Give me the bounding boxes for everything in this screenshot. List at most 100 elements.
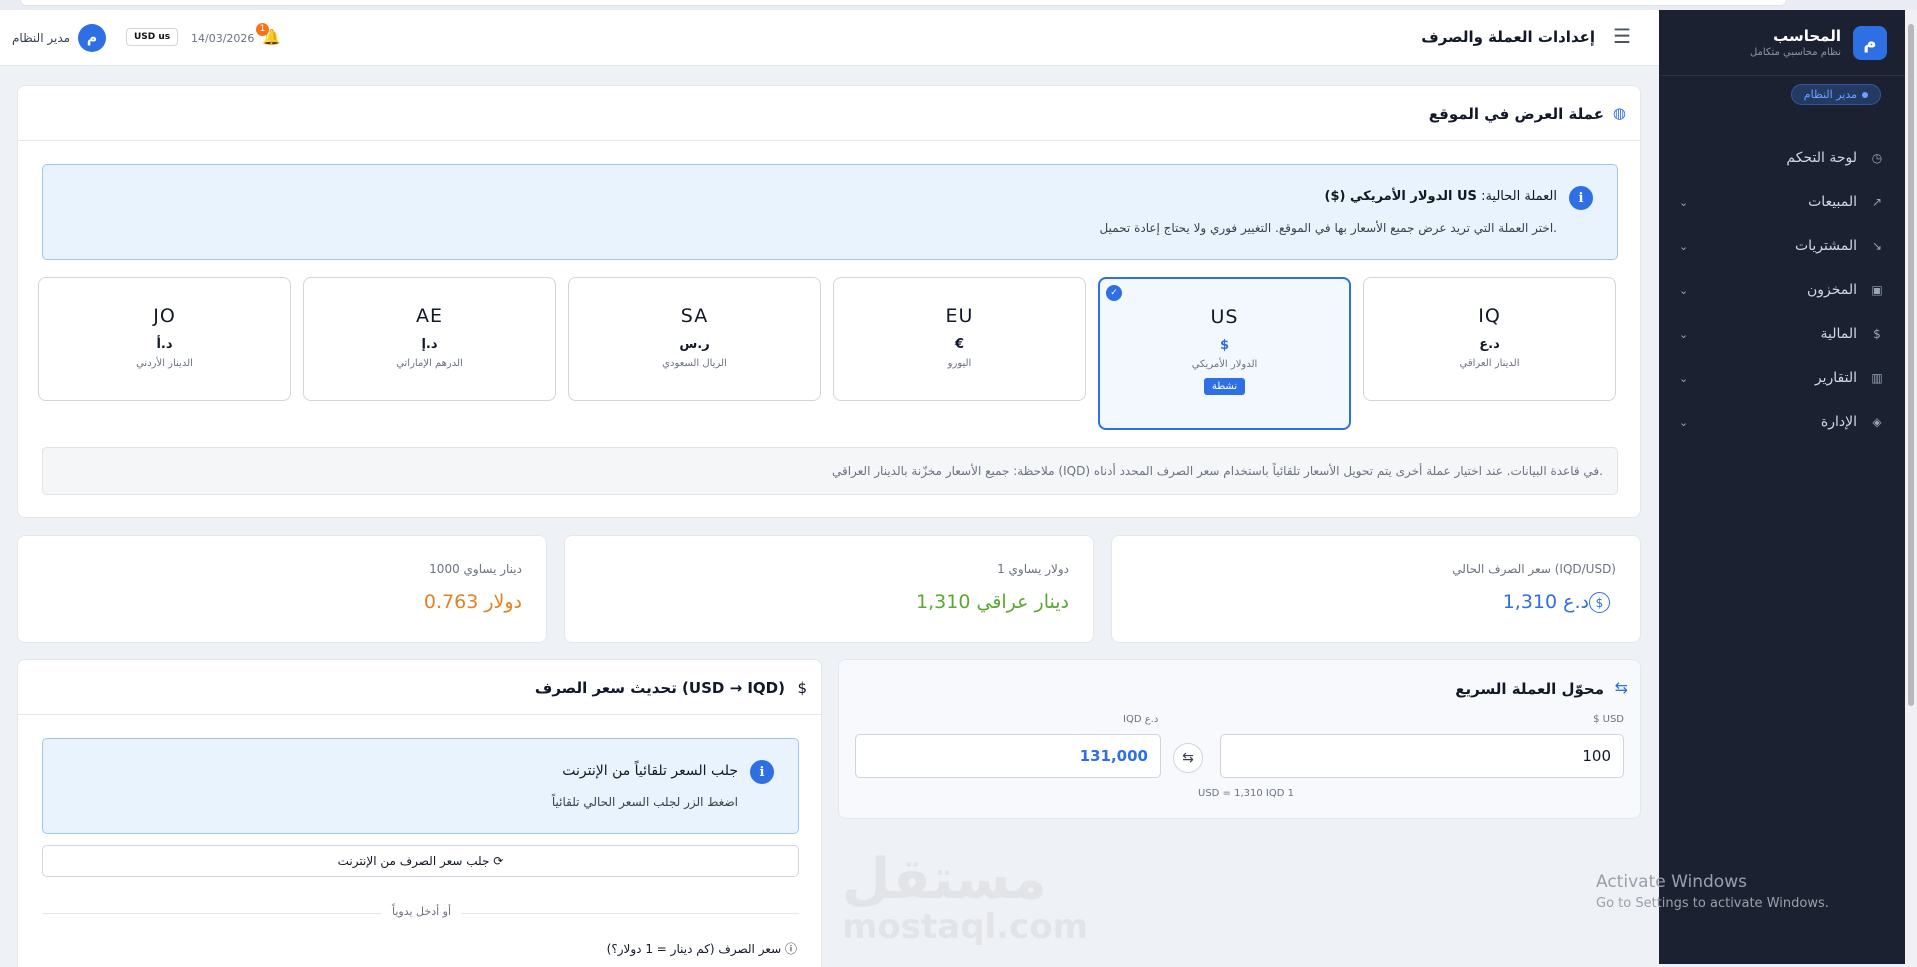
box-icon: ▣	[1871, 283, 1883, 297]
brand-subtitle: نظام محاسبي متكامل	[1749, 47, 1841, 58]
manual-rate-label-text: سعر الصرف (كم دينار = 1 دولار؟)	[606, 942, 782, 956]
currency-name: اليورو	[947, 358, 972, 369]
fetch-rate-button[interactable]: جلب سعر الصرف من الإنترنت ⟳	[42, 845, 799, 877]
chevron-down-icon[interactable]: ⌄	[1679, 240, 1688, 253]
header-date: 14/03/2026	[191, 32, 255, 45]
usd-amount-input[interactable]: 100	[1220, 734, 1624, 778]
display-currency-title: عملة العرض في الموقع	[1428, 105, 1604, 123]
activate-windows-overlay: Activate Windows Go to Settings to activ…	[1596, 872, 1829, 911]
update-rate-title: تحديث سعر الصرف (USD → IQD)	[534, 679, 785, 697]
brand-text: المحاسب نظام محاسبي متكامل	[1750, 27, 1841, 58]
sidebar-item-inventory[interactable]: ▣ المخزون ⌄	[1659, 268, 1905, 312]
user-menu[interactable]: مدير النظام م	[12, 24, 107, 52]
info-icon: i	[750, 760, 774, 784]
current-currency-label: العملة الحالية:	[1481, 189, 1557, 204]
page-scrollbar[interactable]	[1905, 10, 1917, 964]
sidebar-item-label: المشتريات	[1794, 238, 1857, 254]
sidebar-item-label: لوحة التحكم	[1786, 150, 1857, 166]
currency-option-eu[interactable]: EU € اليورو	[833, 277, 1086, 401]
currency-symbol: د.أ	[156, 337, 173, 352]
sidebar-brand[interactable]: م المحاسب نظام محاسبي متكامل	[1659, 10, 1905, 76]
info-circle-icon[interactable]: ⓘ	[785, 942, 797, 956]
thousand-dinar-value: 0.763 دولار	[423, 591, 522, 613]
sidebar-item-label: المالية	[1820, 326, 1857, 342]
currency-option-jo[interactable]: JO د.أ الدينار الأردني	[38, 277, 291, 401]
scrollbar-thumb[interactable]	[1908, 24, 1914, 706]
sidebar-item-dashboard[interactable]: ◷ لوحة التحكم	[1659, 136, 1905, 180]
currency-code: JO	[153, 305, 176, 327]
currency-option-sa[interactable]: SA ر.س الريال السعودي	[568, 277, 821, 401]
dollar-icon: $	[1873, 327, 1881, 341]
converter-rate-hint: USD = 1,310 IQD 1	[1198, 788, 1294, 799]
sidebar-item-finance[interactable]: $ المالية ⌄	[1659, 312, 1905, 356]
avatar[interactable]: م	[78, 24, 107, 52]
browser-top-strip	[0, 0, 1917, 10]
currency-code: IQ	[1478, 305, 1501, 327]
currency-name: الدرهم الإماراتي	[396, 358, 463, 369]
activate-windows-title: Activate Windows	[1596, 872, 1747, 892]
thousand-dinar-card: 1000 دينار يساوي 0.763 دولار	[17, 535, 547, 643]
currency-option-us[interactable]: ✓ US $ الدولار الأمريكي نشطة	[1098, 277, 1351, 430]
trend-up-icon: ↗	[1871, 195, 1883, 209]
chevron-down-icon[interactable]: ⌄	[1679, 416, 1688, 429]
currency-name: الدينار الأردني	[136, 358, 193, 369]
iqd-amount-output[interactable]: 131,000	[855, 734, 1161, 778]
current-currency-hint: اختر العملة التي تريد عرض جميع الأسعار ب…	[1099, 221, 1557, 235]
swap-button[interactable]: ⇆	[1173, 743, 1203, 773]
dollar-circle-icon: $	[797, 679, 807, 697]
currency-chip[interactable]: USD us	[126, 28, 179, 46]
top-header: ☰ إعدادات العملة والصرف مدير النظام م US…	[0, 10, 1659, 66]
fetch-rate-label: جلب سعر الصرف من الإنترنت	[337, 854, 490, 868]
sidebar-item-label: المخزون	[1806, 282, 1857, 298]
current-rate-card: سعر الصرف الحالي (IQD/USD) 1,310 د.ع $	[1111, 535, 1641, 643]
role-badge-label: مدير النظام	[1803, 88, 1857, 101]
auto-fetch-info: i جلب السعر تلقائياً من الإنترنت اضغط ال…	[42, 738, 799, 834]
card-header-divider	[18, 140, 1640, 141]
currency-symbol: $	[1219, 338, 1230, 353]
info-icon: i	[1569, 186, 1593, 210]
one-dollar-card: 1 دولار يساوي 1,310 دينار عراقي	[564, 535, 1094, 643]
sidebar: م المحاسب نظام محاسبي متكامل مدير النظام…	[1659, 10, 1905, 964]
sidebar-item-label: التقارير	[1814, 370, 1857, 386]
refresh-icon: ⟳	[493, 854, 504, 868]
auto-fetch-title: جلب السعر تلقائياً من الإنترنت	[562, 763, 738, 779]
user-name: مدير النظام	[12, 31, 71, 45]
currency-symbol: د.إ	[421, 337, 438, 352]
chevron-down-icon[interactable]: ⌄	[1679, 328, 1688, 341]
chevron-down-icon[interactable]: ⌄	[1679, 196, 1688, 209]
notification-badge: 1	[256, 23, 269, 36]
watermark-arabic: مستقل	[842, 847, 1047, 912]
storage-note-text: ملاحظة: جميع الأسعار مخزّنة بالدينار الع…	[831, 464, 1603, 478]
brand-logo: م	[1853, 25, 1887, 60]
sidebar-item-admin[interactable]: ◈ الإدارة ⌄	[1659, 400, 1905, 444]
sidebar-item-reports[interactable]: ▥ التقارير ⌄	[1659, 356, 1905, 400]
one-dollar-label: 1 دولار يساوي	[997, 562, 1069, 576]
sidebar-item-purchases[interactable]: ↘ المشتريات ⌄	[1659, 224, 1905, 268]
iqd-field-label: IQD د.ع	[1123, 714, 1159, 725]
currency-code: AE	[415, 305, 443, 327]
currency-option-iq[interactable]: IQ د.ع الدينار العراقي	[1363, 277, 1616, 401]
storage-note: ملاحظة: جميع الأسعار مخزّنة بالدينار الع…	[42, 447, 1618, 495]
currency-code: EU	[945, 305, 974, 327]
manual-divider-label: أو أدخل يدوياً	[382, 905, 462, 918]
current-currency-value: US الدولار الأمريكي ($)	[1324, 189, 1477, 204]
manual-rate-label: سعر الصرف (كم دينار = 1 دولار؟) ⓘ	[607, 940, 797, 957]
current-rate-label: سعر الصرف الحالي (IQD/USD)	[1452, 562, 1616, 576]
usd-field-label: $ USD	[1593, 714, 1624, 725]
converter-title: محوّل العملة السريع	[1455, 680, 1604, 698]
currency-name: الريال السعودي	[662, 358, 727, 369]
chart-icon: ▥	[1871, 371, 1883, 385]
currency-option-ae[interactable]: AE د.إ الدرهم الإماراتي	[303, 277, 556, 401]
quick-converter-card: ⇆ محوّل العملة السريع $ USD IQD د.ع 100 …	[838, 659, 1641, 819]
current-rate-value: 1,310 د.ع $	[1503, 591, 1616, 613]
dollar-icon: $	[1589, 592, 1610, 613]
chevron-down-icon[interactable]: ⌄	[1679, 284, 1688, 297]
current-currency-info: i العملة الحالية: US الدولار الأمريكي ($…	[42, 164, 1618, 260]
card-header-divider	[18, 714, 821, 715]
sidebar-item-sales[interactable]: ↗ المبيعات ⌄	[1659, 180, 1905, 224]
menu-toggle-icon[interactable]: ☰	[1613, 24, 1631, 48]
sidebar-nav: ◷ لوحة التحكم ↗ المبيعات ⌄ ↘ المشتريات ⌄…	[1659, 136, 1905, 444]
swap-arrows-icon: ⇆	[1614, 678, 1628, 697]
chevron-down-icon[interactable]: ⌄	[1679, 372, 1688, 385]
watermark-domain: mostaql.com	[842, 907, 1089, 947]
